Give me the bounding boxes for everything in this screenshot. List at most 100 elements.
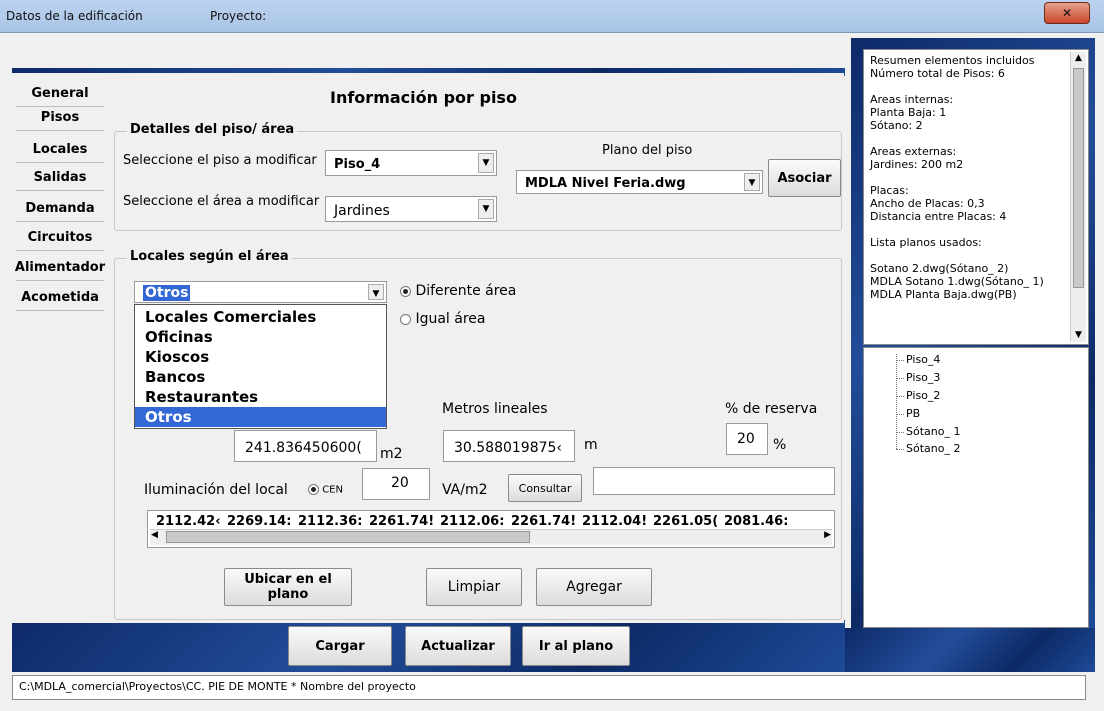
metros-unit: m: [584, 437, 598, 453]
floor-select-value: Piso_4: [334, 157, 381, 172]
chevron-down-icon[interactable]: ▼: [478, 153, 494, 173]
window-title: Datos de la edificación: [6, 9, 143, 23]
summary-textbox[interactable]: Resumen elementos incluidos Número total…: [863, 49, 1089, 345]
dropdown-option-locales-comerciales[interactable]: Locales Comerciales: [135, 307, 386, 327]
select-area-label: Seleccione el área a modificar: [123, 194, 320, 209]
coordinate-value: 2269.14:: [227, 514, 292, 529]
radio-igual-area[interactable]: Igual área: [400, 311, 485, 327]
summary-line: Sotano 2.dwg(Sótano_ 2): [870, 262, 1009, 275]
cen-label: CEN: [322, 484, 343, 496]
nav-acometida[interactable]: Acometida: [16, 285, 104, 311]
page-title: Información por piso: [330, 88, 517, 107]
close-icon: ✕: [1061, 6, 1073, 20]
consultar-button[interactable]: Consultar: [508, 474, 582, 502]
radio-selected-icon: [308, 484, 319, 495]
dropdown-option-oficinas[interactable]: Oficinas: [135, 327, 386, 347]
floor-select[interactable]: Piso_4 ▼: [325, 150, 497, 176]
scroll-right-icon[interactable]: ▶: [824, 530, 831, 540]
tree-item-sotano2[interactable]: Sótano_ 2: [906, 442, 960, 455]
plan-select-value: MDLA Nivel Feria.dwg: [525, 176, 686, 191]
nav-locales[interactable]: Locales: [16, 137, 104, 163]
close-button[interactable]: ✕: [1044, 2, 1090, 24]
consultar-field[interactable]: [593, 467, 835, 495]
area-select-value: Jardines: [334, 203, 390, 219]
summary-line: Distancia entre Placas: 4: [870, 210, 1007, 223]
limpiar-button[interactable]: Limpiar: [426, 568, 522, 606]
nav-circuitos[interactable]: Circuitos: [16, 225, 104, 251]
radio-unselected-icon: [400, 313, 411, 325]
area-value-field[interactable]: 241.836450600(: [234, 430, 377, 462]
radio-diferente-area[interactable]: Diferente área: [400, 283, 516, 299]
nav-column: General Pisos Locales Salidas Demanda Ci…: [12, 73, 107, 623]
metros-field[interactable]: 30.588019875‹: [443, 430, 575, 462]
nav-pisos[interactable]: Pisos: [16, 105, 104, 131]
select-floor-label: Seleccione el piso a modificar: [123, 153, 317, 168]
summary-line: Número total de Pisos: 6: [870, 67, 1005, 80]
radio-selected-icon: [400, 285, 411, 297]
tree-item-piso2[interactable]: Piso_2: [906, 389, 940, 402]
dropdown-option-bancos[interactable]: Bancos: [135, 367, 386, 387]
title-bar: Datos de la edificación Proyecto: ✕: [0, 0, 1104, 33]
coordinates-listbox[interactable]: 2112.42‹ 2269.14: 2112.36: 2261.74! 2112.06:…: [147, 510, 835, 548]
plan-label: Plano del piso: [602, 143, 693, 158]
top-panel: [12, 38, 845, 68]
chevron-down-icon[interactable]: ▼: [368, 284, 384, 300]
cargar-button[interactable]: Cargar: [288, 626, 392, 666]
dropdown-option-restaurantes[interactable]: Restaurantes: [135, 387, 386, 407]
actualizar-button[interactable]: Actualizar: [405, 626, 511, 666]
coordinate-value: 2112.06:: [440, 514, 505, 529]
ir-plano-button[interactable]: Ir al plano: [522, 626, 630, 666]
associate-button[interactable]: Asociar: [768, 159, 841, 197]
radio-cen[interactable]: CEN: [308, 484, 343, 496]
local-type-value: Otros: [143, 285, 191, 301]
vertical-scrollbar[interactable]: ▲ ▼: [1070, 52, 1086, 342]
coordinate-value: 2261.05(: [653, 514, 719, 529]
ubicar-button[interactable]: Ubicar en el plano: [224, 568, 352, 606]
chevron-down-icon[interactable]: ▼: [478, 199, 494, 219]
tree-branch: [896, 414, 904, 415]
floor-tree[interactable]: Piso_4 Piso_3 Piso_2 PB Sótano_ 1 Sótano…: [863, 347, 1089, 628]
dropdown-option-otros[interactable]: Otros: [135, 407, 386, 427]
plan-select[interactable]: MDLA Nivel Feria.dwg ▼: [516, 170, 763, 194]
tree-item-pb[interactable]: PB: [906, 407, 920, 420]
reserva-unit: %: [773, 437, 787, 453]
chevron-down-icon[interactable]: ▼: [744, 173, 760, 191]
scrollbar-thumb[interactable]: [1073, 68, 1084, 288]
summary-line: Sótano: 2: [870, 119, 923, 132]
dropdown-option-kioscos[interactable]: Kioscos: [135, 347, 386, 367]
local-type-select[interactable]: Otros ▼: [134, 281, 387, 303]
summary-line: Jardines: 200 m2: [870, 158, 964, 171]
summary-line: MDLA Sotano 1.dwg(Sótano_ 1): [870, 275, 1044, 288]
area-select[interactable]: Jardines ▼: [325, 196, 497, 222]
nav-alimentador[interactable]: Alimentador: [15, 255, 105, 281]
scroll-left-icon[interactable]: ◀: [151, 530, 158, 540]
coordinate-value: 2112.42‹: [156, 514, 221, 529]
summary-line: Lista planos usados:: [870, 236, 982, 249]
iluminacion-field[interactable]: 20: [362, 468, 430, 500]
nav-salidas[interactable]: Salidas: [16, 165, 104, 191]
summary-line: Placas:: [870, 184, 909, 197]
tree-branch: [896, 432, 904, 433]
coordinate-value: 2261.74!: [369, 514, 435, 529]
coordinate-value: 2081.46:: [724, 514, 789, 529]
horizontal-scrollbar[interactable]: ◀ ▶: [150, 529, 832, 545]
reserva-label: % de reserva: [725, 401, 818, 417]
tree-item-piso4[interactable]: Piso_4: [906, 353, 940, 366]
local-type-dropdown: Locales Comerciales Oficinas Kioscos Ban…: [134, 304, 387, 429]
tree-item-sotano1[interactable]: Sótano_ 1: [906, 425, 960, 438]
status-bar: C:\MDLA_comercial\Proyectos\CC. PIE DE M…: [12, 675, 1086, 700]
tree-item-piso3[interactable]: Piso_3: [906, 371, 940, 384]
locales-legend: Locales según el área: [127, 249, 292, 264]
scrollbar-thumb[interactable]: [166, 531, 530, 543]
summary-line: Areas externas:: [870, 145, 957, 158]
reserva-field[interactable]: 20: [726, 423, 768, 455]
nav-demanda[interactable]: Demanda: [16, 196, 104, 222]
summary-line: Areas internas:: [870, 93, 954, 106]
nav-general[interactable]: General: [16, 81, 104, 107]
scroll-down-icon[interactable]: ▼: [1071, 329, 1086, 342]
agregar-button[interactable]: Agregar: [536, 568, 652, 606]
tree-branch: [896, 449, 904, 450]
scroll-up-icon[interactable]: ▲: [1071, 52, 1086, 65]
summary-line: Planta Baja: 1: [870, 106, 947, 119]
summary-line: MDLA Planta Baja.dwg(PB): [870, 288, 1017, 301]
